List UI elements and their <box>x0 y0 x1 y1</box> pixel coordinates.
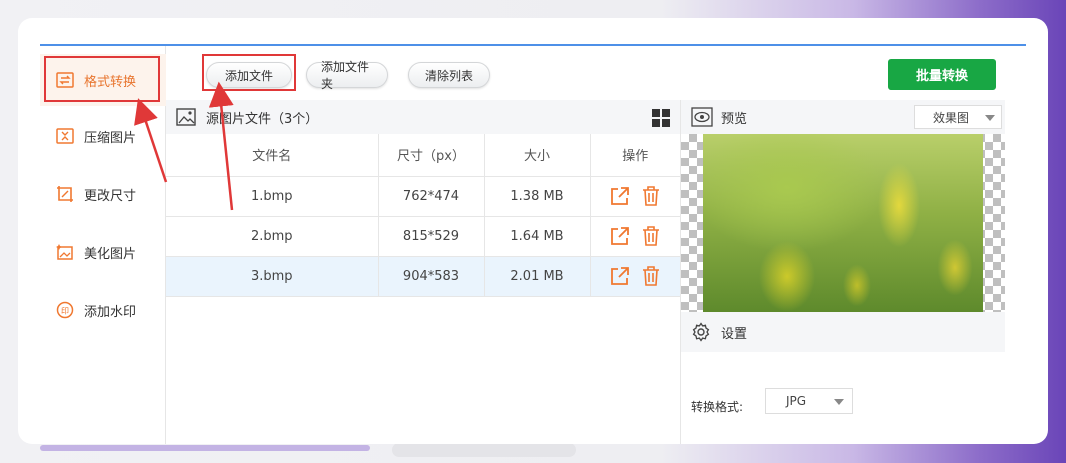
chevron-down-icon <box>834 399 844 405</box>
eye-icon <box>691 107 713 127</box>
app-window: 格式转换 压缩图片 更改尺寸 美化图片 印 添加水印 添加文件 添加文件夹 清除… <box>40 44 1026 444</box>
row-actions <box>590 216 680 257</box>
file-list-panel: 源图片文件（3个） 文件名 尺寸（px） 大小 操作 1.bmp 762*474 <box>166 100 680 444</box>
background-strip-gray <box>392 443 576 457</box>
screenshot-card: 格式转换 压缩图片 更改尺寸 美化图片 印 添加水印 添加文件 添加文件夹 清除… <box>18 18 1048 444</box>
preview-mode-value: 效果图 <box>933 110 970 125</box>
clear-list-button[interactable]: 清除列表 <box>408 62 490 88</box>
table-row[interactable]: 3.bmp 904*583 2.01 MB <box>166 256 680 297</box>
toolbar: 添加文件 添加文件夹 清除列表 批量转换 <box>166 46 1026 100</box>
sidebar-item-label: 美化图片 <box>84 246 137 262</box>
background-strip <box>40 445 370 451</box>
file-size: 1.64 MB <box>484 216 591 257</box>
table-row[interactable]: 2.bmp 815*529 1.64 MB <box>166 216 680 257</box>
column-header-name: 文件名 <box>166 134 379 177</box>
preview-header: 预览 效果图 <box>681 100 1005 134</box>
column-header-actions: 操作 <box>590 134 680 177</box>
file-dimensions: 815*529 <box>378 216 485 257</box>
format-value: JPG <box>786 394 807 408</box>
sidebar-item-resize[interactable]: 更改尺寸 <box>40 168 166 220</box>
open-icon[interactable] <box>610 266 630 286</box>
open-icon[interactable] <box>610 226 630 246</box>
highlight-box <box>202 54 296 91</box>
resize-icon <box>54 183 76 205</box>
delete-icon[interactable] <box>642 226 660 246</box>
add-folder-button[interactable]: 添加文件夹 <box>306 60 388 91</box>
sidebar-item-beautify[interactable]: 美化图片 <box>40 226 166 278</box>
table-row[interactable]: 1.bmp 762*474 1.38 MB <box>166 176 680 217</box>
file-name: 3.bmp <box>166 256 379 297</box>
delete-icon[interactable] <box>642 266 660 286</box>
open-icon[interactable] <box>610 186 630 206</box>
column-header-dimensions: 尺寸（px） <box>378 134 485 177</box>
file-size: 1.38 MB <box>484 176 591 217</box>
sidebar-item-label: 压缩图片 <box>84 130 137 146</box>
highlight-box <box>44 56 160 102</box>
preview-title: 预览 <box>721 111 748 127</box>
preview-image <box>703 134 983 312</box>
watermark-icon: 印 <box>54 299 76 321</box>
file-name: 2.bmp <box>166 216 379 257</box>
file-dimensions: 762*474 <box>378 176 485 217</box>
settings-title: 设置 <box>721 326 748 342</box>
sidebar: 格式转换 压缩图片 更改尺寸 美化图片 印 添加水印 <box>40 46 166 444</box>
beautify-icon <box>54 241 76 263</box>
batch-convert-button[interactable]: 批量转换 <box>888 59 996 90</box>
compress-icon <box>54 125 76 147</box>
gear-icon <box>692 322 710 342</box>
file-list-title: 源图片文件（3个） <box>206 111 319 127</box>
chevron-down-icon <box>985 115 995 121</box>
svg-text:印: 印 <box>61 307 69 316</box>
sidebar-item-label: 更改尺寸 <box>84 188 137 204</box>
file-name: 1.bmp <box>166 176 379 217</box>
preview-canvas <box>681 134 1005 312</box>
preview-mode-select[interactable]: 效果图 <box>914 105 1002 129</box>
sidebar-item-watermark[interactable]: 印 添加水印 <box>40 284 166 336</box>
format-select[interactable]: JPG <box>765 388 853 414</box>
format-label: 转换格式: <box>691 400 744 414</box>
file-list-header: 源图片文件（3个） <box>166 100 680 134</box>
image-icon <box>176 108 196 126</box>
table-header-row: 文件名 尺寸（px） 大小 操作 <box>166 134 680 177</box>
file-table: 文件名 尺寸（px） 大小 操作 1.bmp 762*474 1.38 MB 2… <box>166 134 680 297</box>
grid-view-icon[interactable] <box>652 109 670 127</box>
file-size: 2.01 MB <box>484 256 591 297</box>
row-actions <box>590 176 680 217</box>
delete-icon[interactable] <box>642 186 660 206</box>
sidebar-item-compress[interactable]: 压缩图片 <box>40 110 166 162</box>
sidebar-item-label: 添加水印 <box>84 304 137 320</box>
settings-header: 设置 <box>681 312 1005 352</box>
row-actions <box>590 256 680 297</box>
file-dimensions: 904*583 <box>378 256 485 297</box>
column-header-size: 大小 <box>484 134 591 177</box>
preview-panel: 预览 效果图 设置 转换格式: JPG <box>680 100 1005 444</box>
